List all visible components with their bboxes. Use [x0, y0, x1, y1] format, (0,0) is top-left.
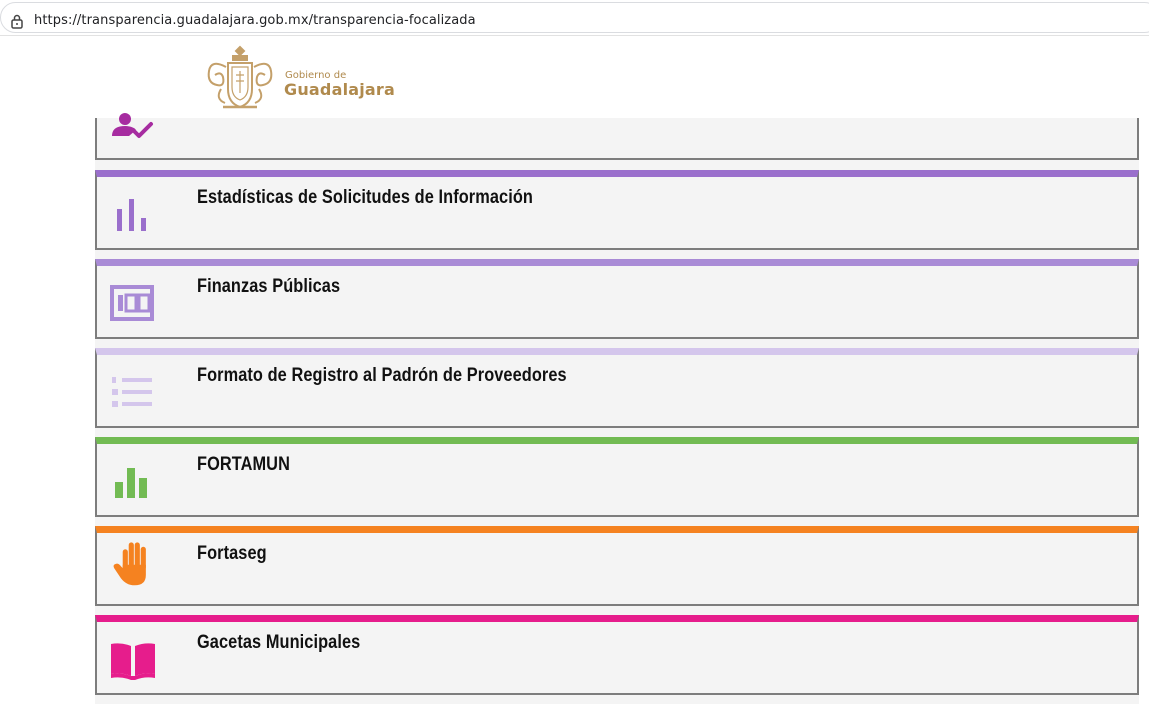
card-partial[interactable]: [95, 113, 1139, 160]
logo-line-2: Guadalajara: [284, 80, 396, 99]
site-header: [0, 36, 1149, 118]
bar-chart-icon: [117, 199, 146, 231]
hundred-box-icon: [110, 285, 154, 321]
url-field[interactable]: https://transparencia.guadalajara.gob.mx…: [0, 2, 1149, 33]
user-check-icon: [112, 113, 153, 138]
numbered-list-icon: [112, 377, 152, 407]
card-title: Finanzas Públicas: [197, 276, 341, 297]
card-title: Estadísticas de Solicitudes de Informaci…: [197, 187, 533, 208]
open-book-icon: [111, 643, 155, 680]
card-finanzas-publicas[interactable]: Finanzas Públicas: [95, 259, 1139, 339]
card-fortamun[interactable]: FORTAMUN: [95, 437, 1139, 517]
card-title: Formato de Registro al Padrón de Proveed…: [197, 365, 567, 386]
browser-address-bar: https://transparencia.guadalajara.gob.mx…: [0, 0, 1149, 36]
hand-icon: [113, 542, 146, 586]
card-gacetas-municipales[interactable]: Gacetas Municipales: [95, 615, 1139, 695]
card-title: Gacetas Municipales: [197, 632, 361, 653]
lock-icon: [11, 14, 23, 29]
card-fortaseg[interactable]: Fortaseg: [95, 526, 1139, 606]
coat-of-arms-icon: [207, 45, 273, 109]
url-text[interactable]: https://transparencia.guadalajara.gob.mx…: [34, 13, 476, 28]
bar-chart-icon: [115, 468, 147, 498]
card-title: FORTAMUN: [197, 454, 290, 475]
card-estadisticas-solicitudes[interactable]: Estadísticas de Solicitudes de Informaci…: [95, 170, 1139, 250]
card-padron-proveedores[interactable]: Formato de Registro al Padrón de Proveed…: [95, 348, 1139, 428]
card-title: Fortaseg: [197, 543, 267, 564]
